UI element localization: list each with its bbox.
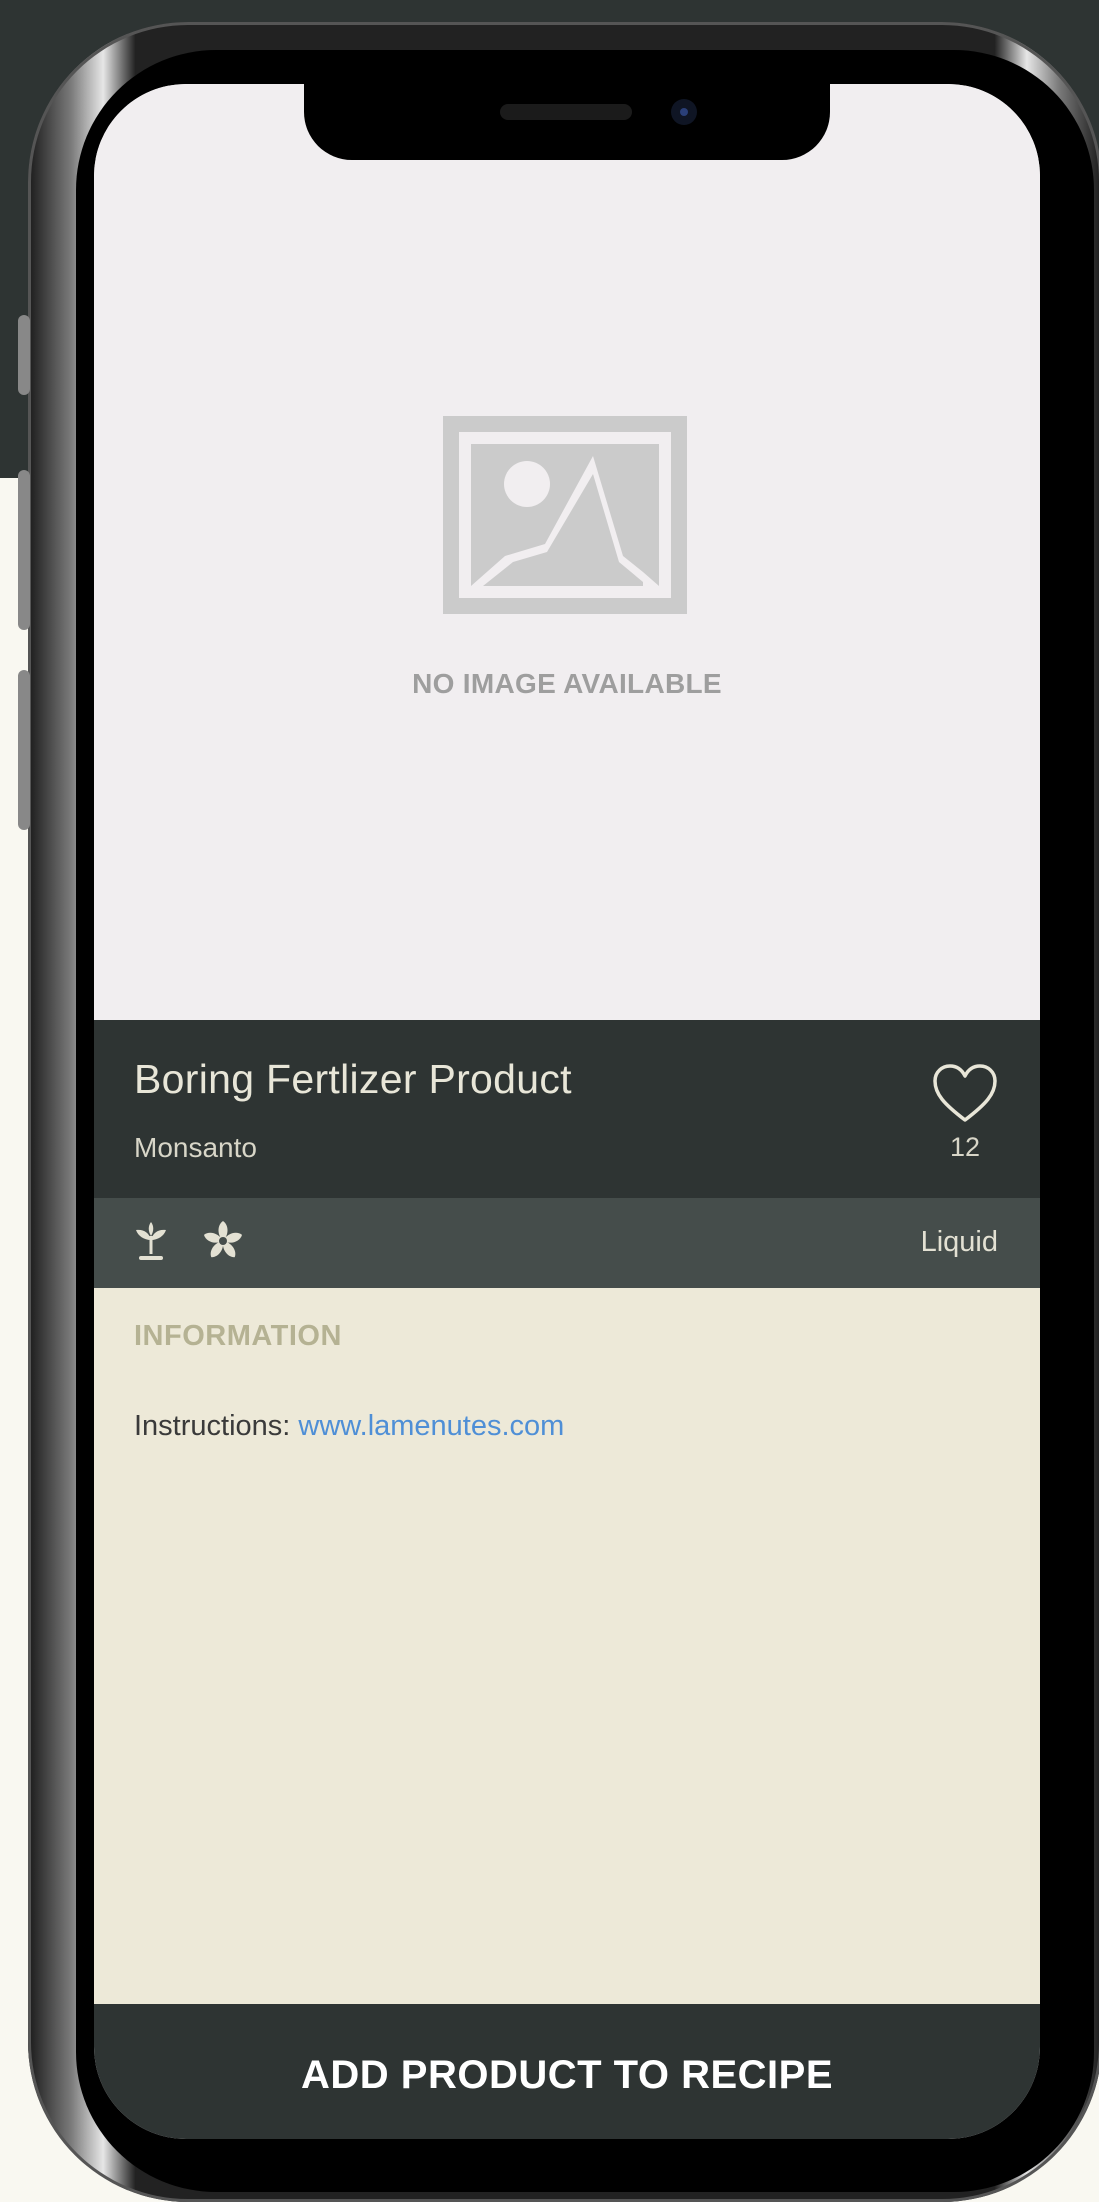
image-placeholder-icon: [443, 416, 687, 614]
product-attributes-bar: Liquid: [94, 1198, 1040, 1288]
heart-icon[interactable]: [932, 1064, 998, 1124]
phone-volume-up-button: [18, 470, 30, 630]
instructions-link[interactable]: www.lamenutes.com: [298, 1410, 564, 1442]
instructions-row: Instructions: www.lamenutes.com: [134, 1410, 564, 1443]
app-screen: NO IMAGE AVAILABLE Boring Fertlizer Prod…: [94, 84, 1040, 2139]
phone-volume-down-button: [18, 670, 30, 830]
no-image-label: NO IMAGE AVAILABLE: [412, 668, 722, 699]
phone-mute-switch: [18, 315, 30, 395]
phone-camera: [671, 99, 697, 125]
information-heading: INFORMATION: [134, 1320, 342, 1352]
product-brand: Monsanto: [134, 1132, 257, 1163]
product-form-label: Liquid: [920, 1226, 998, 1258]
product-title: Boring Fertlizer Product: [134, 1056, 572, 1102]
like-count: 12: [949, 1132, 981, 1162]
product-header: Boring Fertlizer Product Monsanto 12: [94, 1020, 1040, 1198]
phone-speaker: [500, 104, 632, 120]
instructions-label: Instructions:: [134, 1410, 291, 1442]
product-image-area: NO IMAGE AVAILABLE: [94, 84, 1040, 1020]
flower-icon: [203, 1221, 243, 1258]
plant-sprout-icon: [136, 1222, 166, 1260]
information-section: INFORMATION Instructions: www.lamenutes.…: [94, 1288, 1040, 2004]
phone-notch: [304, 84, 830, 160]
add-product-to-recipe-button[interactable]: ADD PRODUCT TO RECIPE: [94, 2004, 1040, 2139]
